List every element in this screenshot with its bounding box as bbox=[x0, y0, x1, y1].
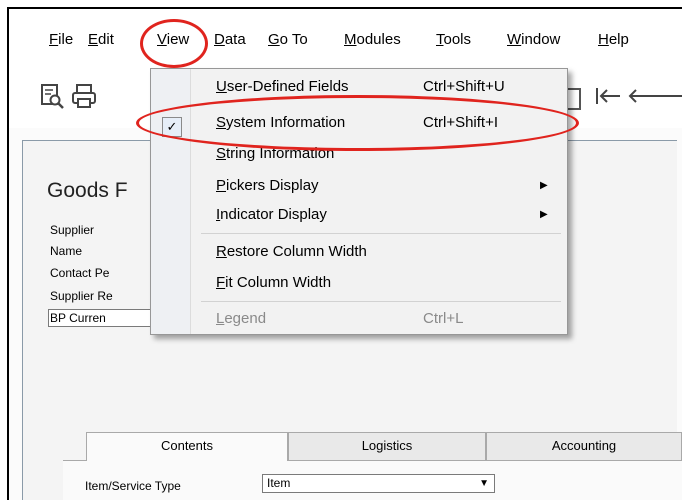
item-service-type-select[interactable]: Item ▼ bbox=[262, 474, 495, 493]
menu-item-restore-column-width[interactable]: Restore Column Width bbox=[216, 242, 367, 262]
menu-item-indicator-display[interactable]: Indicator Display bbox=[216, 205, 327, 225]
menu-edit[interactable]: Edit bbox=[88, 31, 114, 49]
annotation-ring-view-menu bbox=[140, 19, 208, 68]
menu-modules[interactable]: Modules bbox=[344, 31, 401, 49]
menu-item-user-defined-fields[interactable]: User-Defined Fields bbox=[216, 77, 349, 97]
toolbar-partial-icon bbox=[567, 88, 581, 110]
tab-accounting[interactable]: Accounting bbox=[486, 432, 682, 460]
menu-item-legend: Legend bbox=[216, 310, 267, 327]
name-label: Name bbox=[50, 244, 83, 258]
menu-separator bbox=[201, 233, 561, 234]
menu-item-pickers-display[interactable]: Pickers Display bbox=[216, 176, 319, 196]
menu-tools[interactable]: Tools bbox=[436, 31, 471, 49]
menu-item-fit-column-width[interactable]: Fit Column Width bbox=[216, 273, 331, 293]
previous-record-icon[interactable] bbox=[626, 83, 682, 109]
contact-person-label: Contact Pe bbox=[50, 266, 110, 280]
bp-currency-label: BP Curren bbox=[50, 311, 106, 325]
supplier-label: Supplier bbox=[50, 223, 95, 237]
item-service-type-label: Item/Service Type bbox=[85, 479, 181, 493]
first-record-icon[interactable] bbox=[594, 83, 626, 109]
document-title: Goods F bbox=[47, 179, 128, 202]
preview-icon[interactable] bbox=[40, 83, 66, 109]
shortcut-user-defined-fields: Ctrl+Shift+U bbox=[423, 78, 505, 95]
menu-file[interactable]: File bbox=[49, 31, 73, 49]
tab-logistics[interactable]: Logistics bbox=[288, 432, 486, 460]
menu-window[interactable]: Window bbox=[507, 31, 560, 49]
menu-goto[interactable]: Go To bbox=[268, 31, 308, 49]
supplier-ref-label: Supplier Re bbox=[50, 289, 113, 303]
menu-help[interactable]: Help bbox=[598, 31, 629, 49]
submenu-arrow-icon: ▶ bbox=[540, 209, 548, 220]
menu-data[interactable]: Data bbox=[214, 31, 246, 49]
menu-separator bbox=[201, 301, 561, 302]
item-service-type-value: Item bbox=[267, 476, 291, 490]
submenu-arrow-icon: ▶ bbox=[540, 180, 548, 191]
chevron-down-icon: ▼ bbox=[479, 478, 489, 489]
annotation-ring-system-information bbox=[136, 95, 579, 151]
shortcut-legend: Ctrl+L bbox=[423, 310, 464, 327]
tab-contents[interactable]: Contents bbox=[86, 432, 288, 461]
print-icon[interactable] bbox=[71, 83, 97, 109]
